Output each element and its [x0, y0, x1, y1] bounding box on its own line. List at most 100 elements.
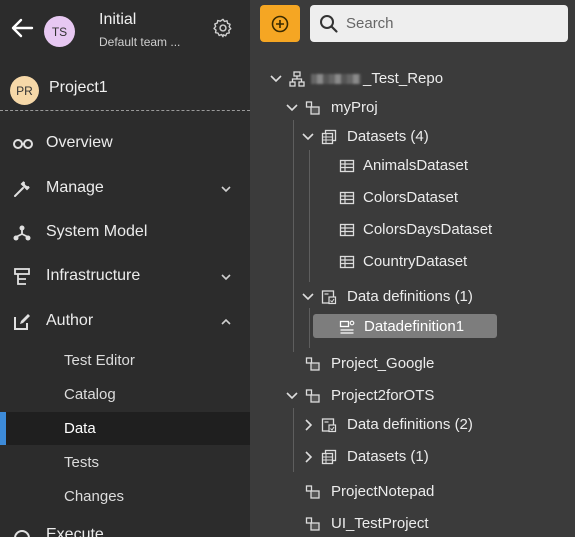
data-definition-icon [321, 289, 337, 305]
project-icon [305, 100, 321, 116]
infrastructure-icon [12, 267, 32, 287]
tree-node-label: CountryDataset [363, 253, 468, 270]
nav-system-model-label: System Model [46, 223, 148, 240]
search-box[interactable] [310, 5, 568, 42]
project-icon [305, 356, 321, 372]
chevron-down-icon[interactable] [301, 130, 315, 144]
data-definition-item-icon [339, 319, 355, 335]
redacted-text [311, 74, 361, 85]
tree-guide [293, 120, 294, 352]
repo-name: _Test_Repo [363, 70, 444, 87]
sidebar: TS Initial Default team ... PR Project1 … [0, 0, 250, 537]
tree-node-dataset[interactable]: AnimalsDataset [317, 154, 557, 178]
tree-node-label: myProj [331, 99, 378, 116]
tree-node-data-definitions[interactable]: Data definitions (1) [301, 285, 561, 309]
tree-node-project[interactable]: Project2forOTS [285, 384, 565, 408]
tree-node-label: Datasets (4) [347, 128, 429, 145]
execute-icon [12, 526, 32, 537]
tree-node-label: ProjectNotepad [331, 483, 435, 500]
sub-changes[interactable]: Changes [0, 480, 250, 513]
chevron-up-icon [219, 315, 233, 329]
tree-node-dataset[interactable]: ColorsDataset [317, 186, 557, 210]
chevron-down-icon[interactable] [285, 101, 299, 115]
tree-node-label: ColorsDaysDataset [363, 221, 493, 238]
nav-system-model[interactable]: System Model [0, 213, 250, 253]
system-model-icon [12, 223, 32, 243]
search-icon [318, 13, 340, 35]
table-icon [339, 158, 355, 174]
tree-node-label: Data definitions (2) [347, 416, 473, 433]
glasses-icon [12, 134, 33, 154]
chevron-down-icon[interactable] [301, 290, 315, 304]
add-button[interactable] [260, 5, 300, 42]
data-definition-icon [321, 417, 337, 433]
tree-node-datasets[interactable]: Datasets (1) [301, 445, 561, 469]
tree-node-dataset[interactable]: ColorsDaysDataset [317, 218, 557, 242]
sub-tests[interactable]: Tests [0, 446, 250, 479]
tree-guide [293, 408, 294, 472]
sub-data[interactable]: Data [0, 412, 250, 445]
tree-node-datasets[interactable]: Datasets (4) [301, 125, 561, 149]
search-input[interactable] [346, 15, 556, 32]
tree-guide [309, 150, 310, 282]
table-icon [339, 190, 355, 206]
gear-icon[interactable] [212, 17, 234, 39]
org-name[interactable]: Initial [99, 11, 136, 29]
sidebar-header: TS Initial Default team ... [0, 0, 250, 58]
tree-node-project[interactable]: UI_TestProject [285, 512, 565, 536]
tree-node-data-definitions[interactable]: Data definitions (2) [301, 413, 561, 437]
edit-icon [12, 312, 32, 332]
sub-test-editor[interactable]: Test Editor [0, 344, 250, 377]
project-icon [305, 484, 321, 500]
chevron-right-icon[interactable] [301, 418, 315, 432]
tree-node-label: Project_Google [331, 355, 435, 372]
chevron-right-icon[interactable] [301, 450, 315, 464]
nav-author[interactable]: Author [0, 302, 250, 342]
sub-catalog[interactable]: Catalog [0, 378, 250, 411]
tree-node-data-definition-selected[interactable]: Datadefinition1 [313, 314, 553, 339]
sub-catalog-label: Catalog [64, 386, 116, 403]
tree-node-label: Data definitions (1) [347, 288, 473, 305]
tree-node-label: UI_TestProject [331, 515, 429, 532]
tree-node-label: Datadefinition1 [364, 318, 465, 335]
project-icon [305, 516, 321, 532]
sub-changes-label: Changes [64, 488, 125, 505]
nav-infrastructure[interactable]: Infrastructure [0, 257, 250, 297]
wrench-icon [12, 179, 32, 199]
tree-node-label: ColorsDataset [363, 189, 459, 206]
nav-overview[interactable]: Overview [0, 124, 250, 164]
sub-data-label: Data [64, 420, 96, 437]
chevron-down-icon [219, 270, 233, 284]
chevron-down-icon[interactable] [285, 389, 299, 403]
tree-node-dataset[interactable]: CountryDataset [317, 250, 557, 274]
project-selector[interactable]: PR Project1 [0, 66, 250, 111]
sub-tests-label: Tests [64, 454, 100, 471]
tree-node-label: AnimalsDataset [363, 157, 469, 174]
tree-node-project[interactable]: Project_Google [285, 352, 565, 376]
table-icon [339, 254, 355, 270]
tree-node-label: Datasets (1) [347, 448, 429, 465]
tree-node-project[interactable]: myProj [285, 96, 565, 120]
nav-manage[interactable]: Manage [0, 169, 250, 209]
back-arrow-icon[interactable] [8, 14, 36, 42]
chevron-down-icon[interactable] [269, 72, 283, 86]
sub-test-editor-label: Test Editor [64, 352, 135, 369]
project-name: Project1 [49, 79, 108, 96]
tree-guide [309, 308, 310, 348]
plus-circle-icon [271, 15, 289, 32]
nav-infrastructure-label: Infrastructure [46, 267, 141, 284]
tree-node-repo[interactable]: _Test_Repo [269, 67, 569, 91]
project-icon [305, 388, 321, 404]
active-indicator [0, 412, 6, 445]
repository-icon [289, 71, 305, 87]
datasets-icon [321, 129, 337, 145]
team-name[interactable]: Default team ... [99, 35, 180, 49]
org-avatar[interactable]: TS [44, 16, 75, 47]
tree-node-label: Project2forOTS [331, 387, 435, 404]
nav-overview-label: Overview [46, 134, 113, 151]
table-icon [339, 222, 355, 238]
tree-node-label: _Test_Repo [311, 70, 443, 87]
tree-node-project[interactable]: ProjectNotepad [285, 480, 565, 504]
nav-execute[interactable]: Execute [0, 516, 250, 537]
chevron-down-icon [219, 182, 233, 196]
